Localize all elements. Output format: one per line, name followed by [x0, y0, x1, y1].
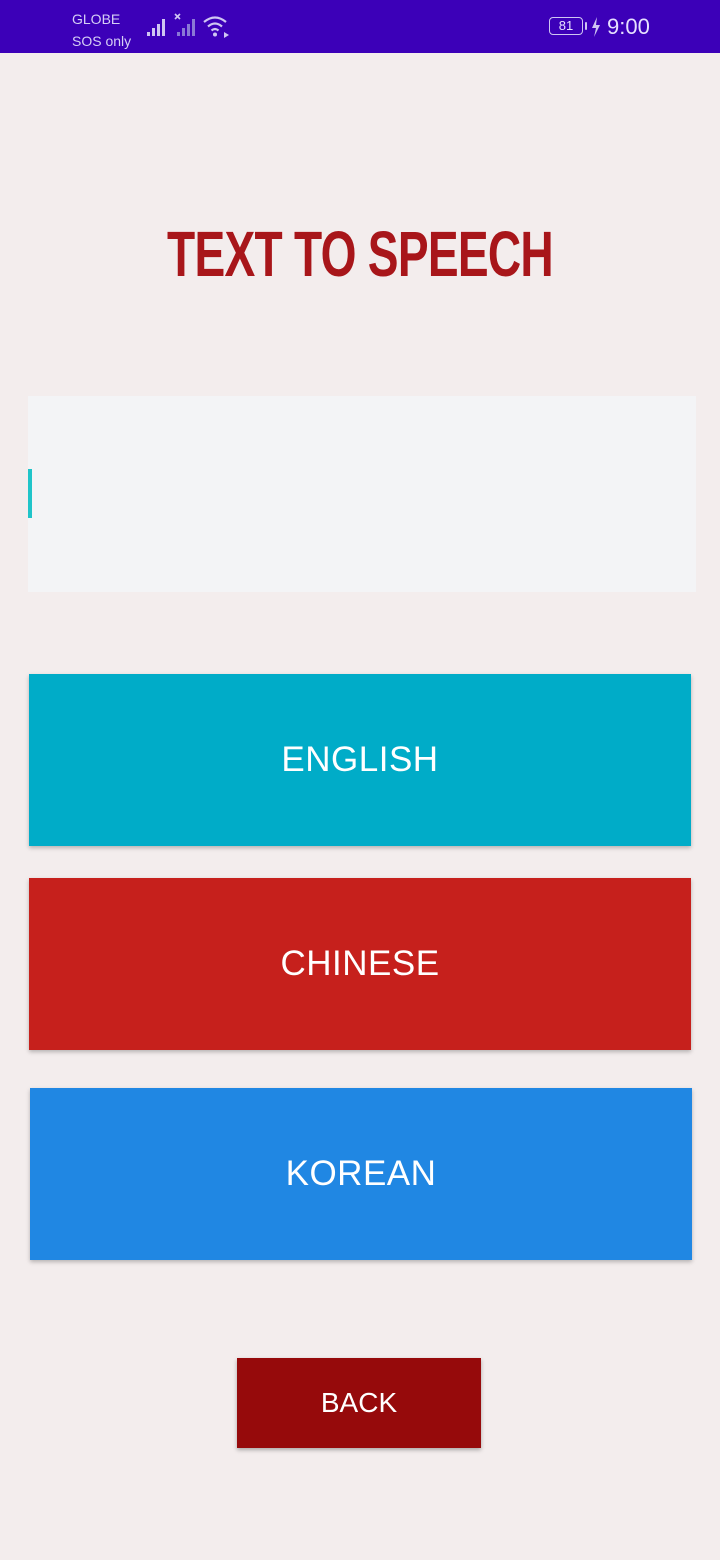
- speech-text-input[interactable]: [28, 396, 696, 592]
- carrier-name: GLOBE: [72, 11, 121, 27]
- back-button[interactable]: BACK: [237, 1358, 481, 1448]
- signal-icon: [146, 14, 170, 43]
- wifi-icon: [202, 14, 230, 43]
- text-cursor: [28, 469, 32, 518]
- status-time: 9:00: [607, 14, 650, 39]
- english-button[interactable]: ENGLISH: [29, 674, 691, 846]
- status-bar: GLOBE SOS only 81 9:00: [0, 0, 720, 53]
- charging-bolt-icon: [591, 17, 601, 42]
- carrier-info: GLOBE SOS only: [72, 8, 131, 52]
- page-title: TEXT TO SPEECH: [0, 218, 720, 290]
- battery-icon: 81: [549, 17, 583, 35]
- korean-button[interactable]: KOREAN: [30, 1088, 692, 1260]
- battery-tip: [585, 22, 587, 30]
- carrier-status: SOS only: [72, 33, 132, 49]
- page-title-text: TEXT TO SPEECH: [167, 218, 554, 290]
- chinese-button[interactable]: CHINESE: [29, 878, 691, 1050]
- signal-no-service-icon: [174, 12, 198, 43]
